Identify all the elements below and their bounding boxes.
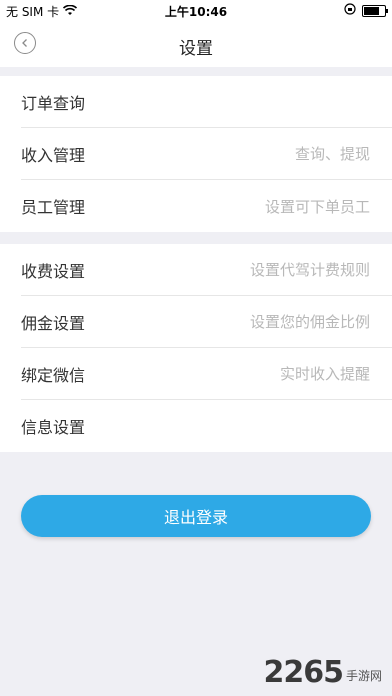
battery-icon (362, 4, 388, 17)
row-commission-settings[interactable]: 佣金设置 设置您的佣金比例 (21, 296, 392, 348)
nav-bar: 设置 (0, 22, 392, 67)
battery-level (364, 6, 380, 15)
row-income-management[interactable]: 收入管理 查询、提现 (21, 128, 392, 180)
row-order-query[interactable]: 订单查询 (21, 76, 392, 128)
row-hint: 设置可下单员工 (264, 197, 370, 216)
watermark-logo: 2265 手游网 (263, 658, 382, 688)
row-label: 订单查询 (21, 93, 86, 113)
row-label: 佣金设置 (21, 313, 86, 333)
row-info-settings[interactable]: 信息设置 (21, 400, 392, 452)
row-hint: 设置代驾计费规则 (249, 261, 370, 279)
status-time: 上午10:46 (164, 5, 228, 19)
row-label: 收费设置 (21, 261, 86, 281)
status-bar: 无 SIM 卡 上午10:46 (0, 0, 392, 22)
row-label: 收入管理 (21, 145, 86, 165)
rotation-lock-icon (344, 3, 356, 18)
status-right (344, 3, 388, 18)
row-label: 绑定微信 (21, 365, 86, 385)
row-bind-wechat[interactable]: 绑定微信 实时收入提醒 (21, 348, 392, 400)
row-hint: 设置您的佣金比例 (249, 313, 370, 331)
row-hint: 实时收入提醒 (279, 365, 370, 383)
row-hint: 查询、提现 (294, 145, 370, 163)
page-title: 设置 (179, 39, 213, 59)
settings-section-1: 订单查询 收入管理 查询、提现 员工管理 设置可下单员工 (0, 76, 392, 232)
row-staff-management[interactable]: 员工管理 设置可下单员工 (21, 180, 392, 232)
row-fee-settings[interactable]: 收费设置 设置代驾计费规则 (21, 244, 392, 296)
settings-section-2: 收费设置 设置代驾计费规则 佣金设置 设置您的佣金比例 绑定微信 实时收入提醒 … (0, 244, 392, 452)
logout-button[interactable]: 退出登录 (21, 495, 371, 537)
row-label: 员工管理 (21, 198, 86, 217)
watermark-text: 手游网 (345, 669, 382, 683)
row-label: 信息设置 (21, 418, 86, 437)
watermark-number: 2265 (263, 655, 343, 690)
